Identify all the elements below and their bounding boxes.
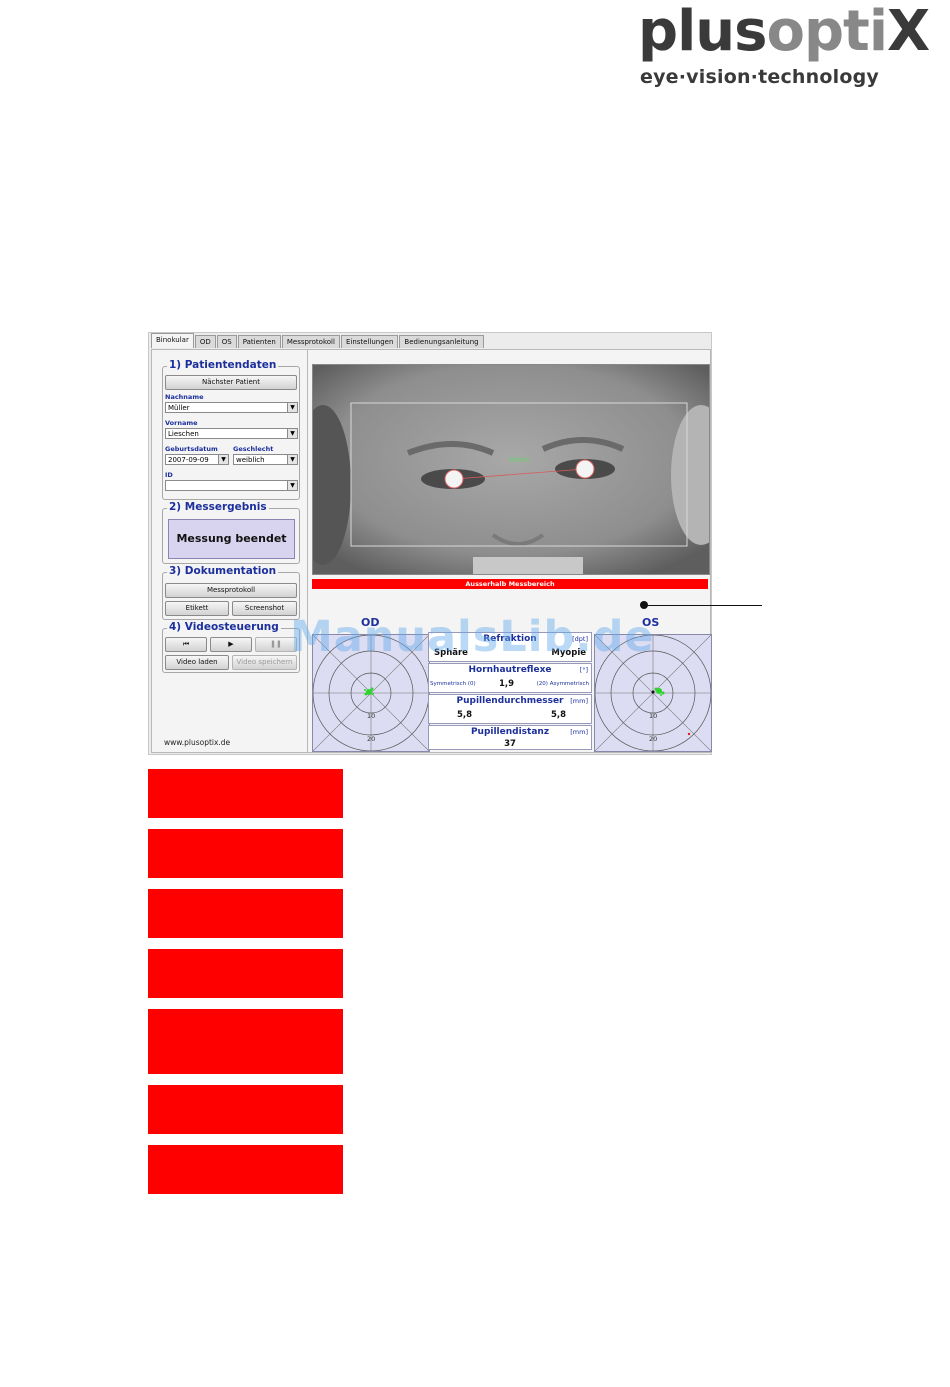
play-button[interactable]: ▶: [210, 637, 252, 652]
dropdown-arrow-icon[interactable]: ▼: [287, 481, 297, 490]
tab-patienten[interactable]: Patienten: [237, 335, 281, 348]
redacted-box-2: [148, 829, 343, 878]
redacted-box-5: [148, 1009, 343, 1074]
patient-group: 1) Patientendaten Nächster Patient Nachn…: [162, 359, 300, 500]
patient-group-title: 1) Patientendaten: [167, 359, 279, 371]
od-tick-10: 10: [367, 712, 375, 720]
lastname-value: Müller: [168, 404, 190, 412]
redacted-box-4: [148, 949, 343, 998]
asymmetric-label: (20) Asymmetrisch: [536, 681, 589, 687]
corneal-reflex-title: Hornhautreflexe: [468, 665, 552, 675]
birthdate-label: Geburtsdatum: [165, 445, 218, 453]
right-panel: Werte Ausserhalb Messbereich OD OS 10 20…: [307, 349, 712, 753]
out-of-range-warning: Ausserhalb Messbereich: [312, 579, 708, 589]
redacted-box-7: [148, 1145, 343, 1194]
documentation-group-title: 3) Dokumentation: [167, 565, 279, 577]
logo-word-b: opti: [766, 0, 888, 64]
corneal-reflex-value: 1,9: [499, 679, 515, 689]
tab-messprotokoll[interactable]: Messprotokoll: [281, 335, 340, 348]
pupil-diameter-os: 5,8: [551, 710, 567, 720]
logo-word-c: X: [887, 0, 930, 64]
tab-binokular[interactable]: Binokular: [151, 333, 194, 348]
measurement-status: Messung beendet: [168, 519, 295, 559]
os-tick-10: 10: [649, 712, 657, 720]
pupil-distance-unit: [mm]: [570, 728, 588, 736]
tab-bedienungsanleitung[interactable]: Bedienungsanleitung: [399, 335, 484, 348]
pupil-distance-value: 37: [504, 739, 516, 749]
birthdate-value: 2007-09-09: [168, 456, 209, 464]
load-video-button[interactable]: Video laden: [165, 655, 229, 670]
logo-tagline: eye·vision·technology: [640, 66, 879, 88]
protocol-button[interactable]: Messprotokoll: [165, 583, 297, 598]
website-link[interactable]: www.plusoptix.de: [164, 738, 230, 747]
callout-line: [644, 605, 762, 606]
pupil-diameter-od: 5,8: [457, 710, 473, 720]
rewind-icon: ⏮: [182, 640, 190, 648]
gender-label: Geschlecht: [233, 445, 274, 453]
tab-od[interactable]: OD: [194, 335, 216, 348]
pupil-distance-block: Pupillendistanz [mm] 37: [428, 725, 592, 750]
firstname-field[interactable]: Lieschen ▼: [165, 428, 298, 439]
result-group-title: 2) Messergebnis: [167, 501, 269, 513]
documentation-group: 3) Dokumentation Messprotokoll Etikett S…: [162, 565, 300, 620]
redacted-box-6: [148, 1085, 343, 1134]
firstname-label: Vorname: [165, 419, 198, 427]
pupil-distance-title: Pupillendistanz: [470, 727, 550, 737]
left-panel: 1) Patientendaten Nächster Patient Nachn…: [151, 349, 308, 753]
tab-einstellungen[interactable]: Einstellungen: [340, 335, 399, 348]
birthdate-field[interactable]: 2007-09-09 ▼: [165, 454, 229, 465]
brand-logo: plusoptiX: [638, 0, 930, 64]
watermark: ManualsLib.de: [290, 612, 655, 662]
dropdown-arrow-icon[interactable]: ▼: [287, 403, 297, 412]
pupil-diameter-unit: [mm]: [570, 697, 588, 705]
next-patient-button[interactable]: Nächster Patient: [165, 375, 297, 390]
screenshot-button[interactable]: Screenshot: [232, 601, 297, 616]
video-group: 4) Videosteuerung ⏮ ▶ ❚❚ Video laden Vid…: [162, 621, 300, 673]
os-tick-20: 20: [649, 735, 657, 743]
pupil-diameter-title: Pupillendurchmesser: [456, 696, 564, 706]
lastname-label: Nachname: [165, 393, 204, 401]
rewind-button[interactable]: ⏮: [165, 637, 207, 652]
label-button[interactable]: Etikett: [165, 601, 229, 616]
pupil-diameter-block: Pupillendurchmesser [mm] 5,8 5,8: [428, 694, 592, 724]
camera-overlay-text: Werte: [509, 456, 530, 464]
logo-word-a: plus: [638, 0, 767, 64]
camera-view: Werte: [312, 364, 710, 575]
od-tick-20: 20: [367, 735, 375, 743]
tab-bar: Binokular OD OS Patienten Messprotokoll …: [151, 333, 485, 349]
callout-dot: [640, 601, 648, 609]
corneal-reflex-unit: [°]: [579, 666, 588, 674]
id-label: ID: [165, 471, 173, 479]
video-group-title: 4) Videosteuerung: [167, 621, 281, 633]
dropdown-arrow-icon[interactable]: ▼: [287, 455, 297, 464]
firstname-value: Lieschen: [168, 430, 199, 438]
symmetric-label: Symmetrisch (0): [430, 681, 476, 687]
redacted-box-1: [148, 769, 343, 818]
result-group: 2) Messergebnis Messung beendet: [162, 501, 300, 564]
dropdown-arrow-icon[interactable]: ▼: [287, 429, 297, 438]
id-field[interactable]: ▼: [165, 480, 298, 491]
play-icon: ▶: [228, 640, 234, 648]
save-video-button[interactable]: Video speichern: [232, 655, 297, 670]
gender-value: weiblich: [236, 456, 265, 464]
face-image: Werte: [313, 365, 709, 574]
app-window: Binokular OD OS Patienten Messprotokoll …: [148, 332, 712, 755]
pause-icon: ❚❚: [270, 640, 282, 648]
redacted-box-3: [148, 889, 343, 938]
lastname-field[interactable]: Müller ▼: [165, 402, 298, 413]
gender-field[interactable]: weiblich ▼: [233, 454, 298, 465]
dropdown-arrow-icon[interactable]: ▼: [218, 455, 228, 464]
corneal-reflex-block: Hornhautreflexe [°] Symmetrisch (0) 1,9 …: [428, 663, 592, 693]
tab-os[interactable]: OS: [216, 335, 237, 348]
